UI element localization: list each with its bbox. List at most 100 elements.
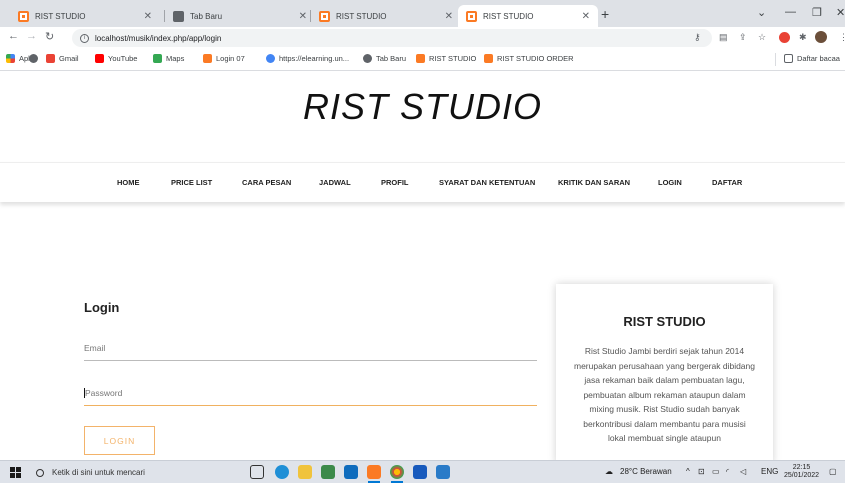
- bookmark-label: https://elearning.un...: [279, 54, 350, 63]
- bookmark-youtube[interactable]: YouTube: [95, 54, 137, 63]
- tab-title: Tab Baru: [190, 11, 223, 21]
- taskbar-search[interactable]: Ketik di sini untuk mencari: [32, 464, 232, 481]
- mail-icon[interactable]: [344, 465, 358, 479]
- password-placeholder: Password: [85, 388, 123, 398]
- bookmark-label: Maps: [166, 54, 185, 63]
- task-view-icon[interactable]: [250, 465, 264, 479]
- nav-profil[interactable]: PROFIL: [381, 178, 409, 187]
- nav-syarat-dan-ketentuan[interactable]: SYARAT DAN KETENTUAN: [439, 178, 535, 187]
- chrome-icon[interactable]: [390, 465, 404, 483]
- puzzle-icon[interactable]: ✱: [799, 32, 807, 43]
- language-indicator[interactable]: ENG: [761, 467, 778, 476]
- file-explorer-icon[interactable]: [298, 465, 312, 479]
- battery-icon[interactable]: ▭: [712, 467, 720, 476]
- maps-icon: [153, 54, 162, 63]
- windows-start-icon[interactable]: [10, 467, 21, 478]
- globe-icon: [173, 10, 184, 22]
- close-icon[interactable]: ✕: [299, 11, 307, 22]
- reading-list-icon: [784, 54, 793, 63]
- new-tab-button[interactable]: +: [601, 6, 609, 22]
- reading-list-button[interactable]: Daftar bacaa: [784, 54, 840, 63]
- photos-icon[interactable]: [436, 465, 450, 479]
- about-card-text: Rist Studio Jambi berdiri sejak tahun 20…: [574, 346, 755, 443]
- tab-rist-studio-active[interactable]: RIST STUDIO ✕: [458, 5, 598, 27]
- volume-icon[interactable]: ◁: [740, 467, 746, 476]
- clock[interactable]: 22:15 25/01/2022: [784, 464, 819, 480]
- site-brand[interactable]: RIST STUDIO: [0, 86, 845, 128]
- youtube-icon: [95, 54, 104, 63]
- bookmark-label: RIST STUDIO ORDER: [497, 54, 574, 63]
- nav-price-list[interactable]: PRICE LIST: [171, 178, 212, 187]
- back-icon[interactable]: ←: [8, 30, 19, 42]
- password-field[interactable]: Password: [84, 386, 537, 406]
- word-icon[interactable]: [413, 465, 427, 479]
- reading-list-label: Daftar bacaa: [797, 54, 840, 63]
- tray-chevron-icon[interactable]: ^: [686, 467, 690, 476]
- edge-icon[interactable]: [275, 465, 289, 479]
- globe-icon: [29, 54, 38, 63]
- nav-daftar[interactable]: DAFTAR: [712, 178, 742, 187]
- tab-title: RIST STUDIO: [35, 11, 86, 21]
- address-bar[interactable]: i localhost/musik/index.php/app/login: [72, 29, 712, 47]
- bookmark-login-07[interactable]: Login 07: [203, 54, 245, 63]
- tab-rist-studio-1[interactable]: RIST STUDIO ✕: [10, 5, 160, 27]
- bookmark-label: YouTube: [108, 54, 138, 63]
- about-card: RIST STUDIO Rist Studio Jambi berdiri se…: [556, 284, 773, 464]
- store-icon[interactable]: [321, 465, 335, 479]
- bookmark-apl[interactable]: Apl: [6, 54, 30, 63]
- window-close-icon[interactable]: ✕: [836, 6, 845, 19]
- bookmark-rist-studio[interactable]: RIST STUDIO: [416, 54, 476, 63]
- bookmark-label: Tab Baru: [376, 54, 407, 63]
- taskbar-search-placeholder: Ketik di sini untuk mencari: [52, 468, 145, 477]
- close-icon[interactable]: ✕: [144, 11, 152, 22]
- weather-text[interactable]: 28°C Berawan: [620, 467, 672, 476]
- nav-jadwal[interactable]: JADWAL: [319, 178, 351, 187]
- menu-icon[interactable]: ⋮: [839, 32, 845, 43]
- bookmark-elearning[interactable]: https://elearning.un...: [266, 54, 349, 63]
- bookmark-maps[interactable]: Maps: [153, 54, 184, 63]
- clock-time: 22:15: [792, 464, 811, 471]
- network-icon[interactable]: ⊡: [698, 467, 705, 476]
- xampp-icon: [203, 54, 212, 63]
- tab-tab-baru[interactable]: Tab Baru ✕: [165, 5, 315, 27]
- bookmark-globe[interactable]: [29, 54, 42, 63]
- nav-home[interactable]: HOME: [117, 178, 140, 187]
- forward-icon[interactable]: →: [26, 30, 37, 42]
- xampp-icon: [484, 54, 493, 63]
- reload-icon[interactable]: ↻: [45, 30, 54, 43]
- email-placeholder: Email: [84, 343, 106, 353]
- close-icon[interactable]: ✕: [445, 11, 453, 22]
- bookmark-star-icon[interactable]: ☆: [758, 32, 766, 43]
- key-icon[interactable]: ⚷: [694, 32, 701, 43]
- notification-icon[interactable]: ▢: [829, 467, 837, 476]
- tab-strip: RIST STUDIO ✕ Tab Baru ✕ RIST STUDIO ✕ R…: [0, 0, 845, 27]
- tab-rist-studio-2[interactable]: RIST STUDIO ✕: [311, 5, 461, 27]
- wifi-icon[interactable]: ◜: [726, 467, 729, 476]
- bookmark-gmail[interactable]: Gmail: [46, 54, 79, 63]
- globe-icon: [363, 54, 372, 63]
- login-button[interactable]: LOGIN: [84, 426, 155, 455]
- google-icon: [266, 54, 275, 63]
- restore-icon[interactable]: ❐: [812, 6, 822, 19]
- bookmark-rist-studio-order[interactable]: RIST STUDIO ORDER: [484, 54, 574, 63]
- site-info-icon[interactable]: i: [80, 33, 89, 43]
- minimize-icon[interactable]: —: [785, 6, 796, 18]
- tab-title: RIST STUDIO: [336, 11, 387, 21]
- xampp-icon: [416, 54, 425, 63]
- nav-kritik-dan-saran[interactable]: KRITIK DAN SARAN: [558, 178, 630, 187]
- translate-icon[interactable]: ▤: [719, 32, 728, 43]
- xampp-icon: [319, 10, 330, 22]
- extension-icon[interactable]: [779, 32, 790, 43]
- share-icon[interactable]: ⇪: [739, 32, 747, 43]
- site-nav: HOME PRICE LIST CARA PESAN JADWAL PROFIL…: [0, 162, 845, 202]
- search-icon: [36, 468, 44, 477]
- bookmark-tab-baru[interactable]: Tab Baru: [363, 54, 406, 63]
- nav-login[interactable]: LOGIN: [658, 178, 682, 187]
- avatar[interactable]: [815, 31, 827, 43]
- xampp-icon[interactable]: [367, 465, 381, 483]
- tab-search-icon[interactable]: ⌄: [757, 6, 766, 19]
- nav-cara-pesan[interactable]: CARA PESAN: [242, 178, 291, 187]
- email-field[interactable]: Email: [84, 341, 537, 361]
- weather-icon[interactable]: ☁: [605, 467, 613, 476]
- close-icon[interactable]: ✕: [582, 11, 590, 22]
